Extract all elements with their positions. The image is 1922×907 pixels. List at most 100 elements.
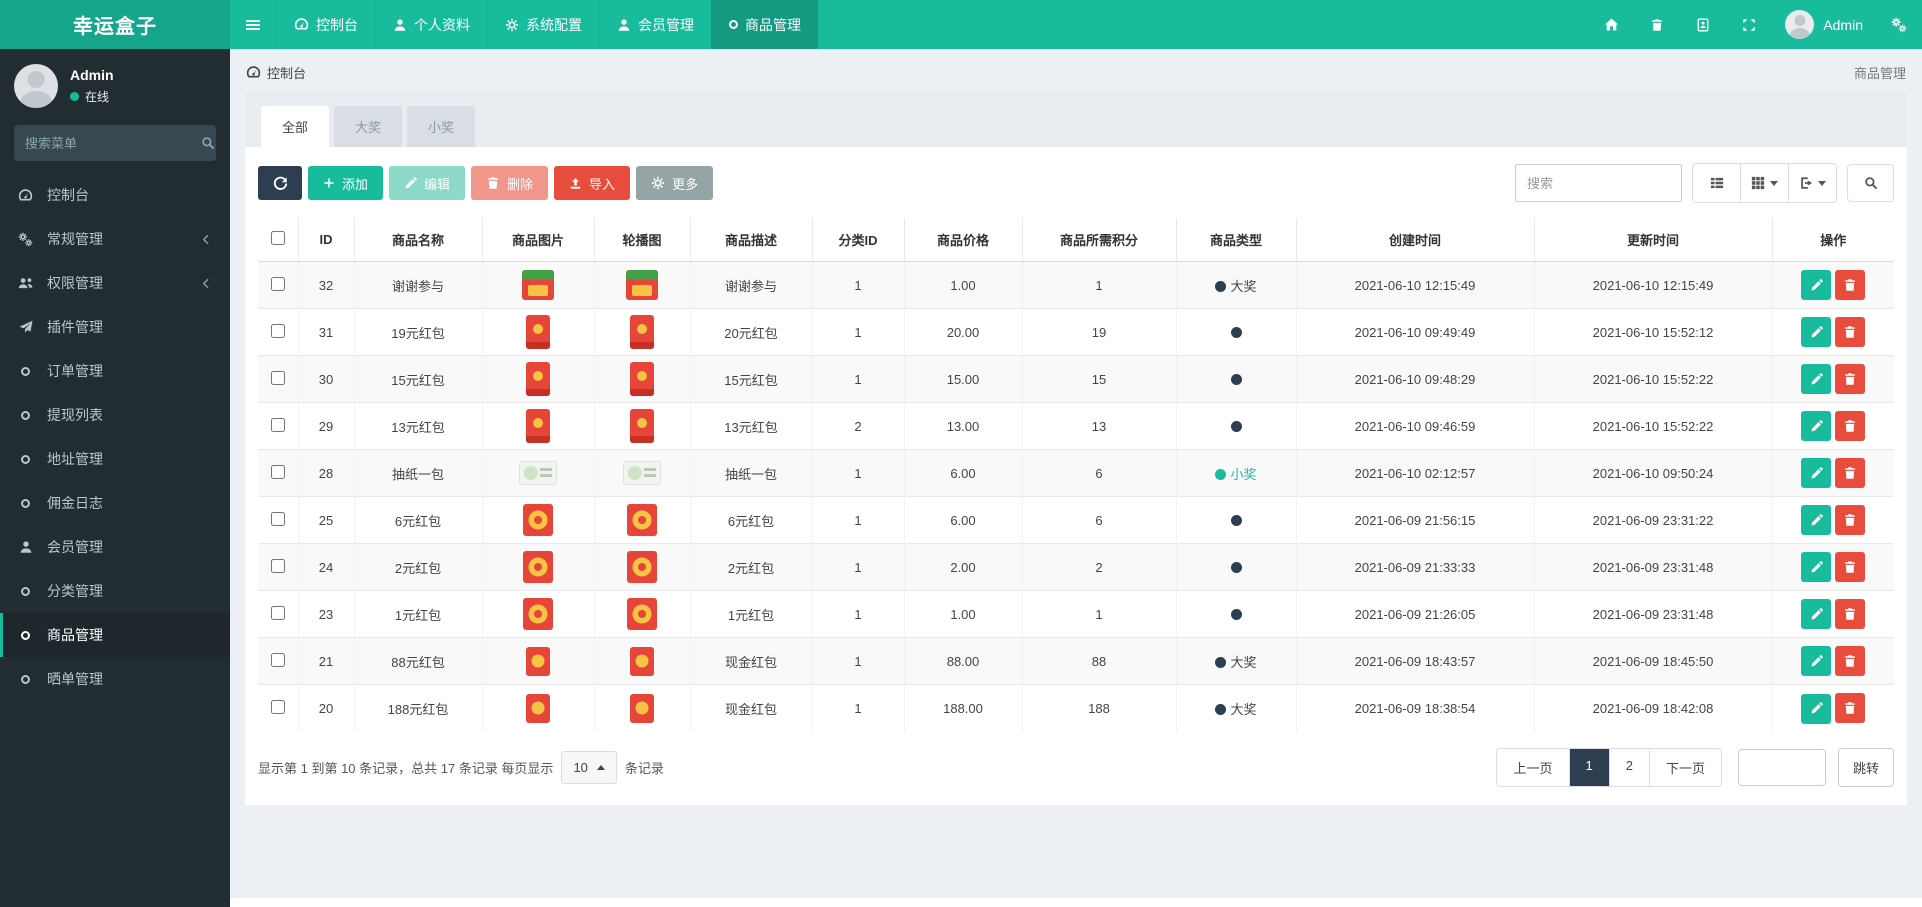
detail-view-button[interactable] [1693,164,1740,202]
product-image[interactable] [526,315,550,349]
column-header[interactable]: 商品名称 [353,218,482,262]
row-delete-button[interactable] [1835,504,1866,535]
sidebar-item[interactable]: 商品管理 [0,613,230,657]
navbar-menu-item[interactable]: 控制台 [276,0,375,49]
table-search-input[interactable] [1515,164,1682,202]
carousel-image[interactable] [627,598,657,630]
sidebar-item[interactable]: 提现列表 [0,393,230,437]
column-header[interactable]: 商品价格 [903,218,1022,262]
product-image[interactable] [519,461,557,485]
search-button[interactable] [1847,164,1894,202]
row-checkbox[interactable] [270,464,285,479]
row-checkbox[interactable] [270,323,285,338]
carousel-image[interactable] [627,551,657,583]
sidebar-item[interactable]: 会员管理 [0,525,230,569]
export-button[interactable] [1788,164,1836,202]
row-delete-button[interactable] [1835,269,1866,300]
product-image[interactable] [522,270,554,300]
row-edit-button[interactable] [1801,317,1832,348]
product-image[interactable] [523,504,553,536]
product-image[interactable] [523,598,553,630]
product-image[interactable] [526,646,550,676]
navbar-user-menu[interactable]: Admin [1772,0,1876,49]
sidebar-item[interactable]: 佣金日志 [0,481,230,525]
column-header[interactable]: ID [297,218,354,262]
row-delete-button[interactable] [1835,645,1866,676]
row-edit-button[interactable] [1801,411,1832,442]
column-header[interactable]: 商品所需积分 [1021,218,1176,262]
product-image[interactable] [526,409,550,443]
sidebar-item[interactable]: 地址管理 [0,437,230,481]
sidebar-item[interactable]: 订单管理 [0,349,230,393]
row-checkbox[interactable] [270,652,285,667]
row-delete-button[interactable] [1835,410,1866,441]
select-all-checkbox[interactable] [270,231,285,245]
row-checkbox[interactable] [270,558,285,573]
log-book-button[interactable] [1680,0,1726,49]
column-header[interactable]: 商品类型 [1175,218,1296,262]
column-header[interactable]: 创建时间 [1295,218,1534,262]
row-checkbox[interactable] [270,605,285,620]
column-header[interactable]: 商品图片 [481,218,594,262]
sidebar-item[interactable]: 插件管理 [0,305,230,349]
carousel-image[interactable] [630,362,654,396]
row-delete-button[interactable] [1835,598,1866,629]
row-delete-button[interactable] [1835,457,1866,488]
page-number-button[interactable]: 1 [1568,748,1609,786]
row-edit-button[interactable] [1801,364,1832,395]
sidebar-search-input[interactable] [25,135,201,151]
columns-button[interactable] [1740,164,1788,202]
column-header[interactable]: 轮播图 [593,218,690,262]
sidebar-item[interactable]: 权限管理 [0,261,230,305]
row-checkbox[interactable] [270,370,285,385]
page-size-select[interactable]: 10 [561,750,617,784]
column-header[interactable]: 分类ID [811,218,904,262]
tab[interactable]: 大奖 [334,106,403,147]
carousel-image[interactable] [623,461,661,485]
jump-page-input[interactable] [1737,748,1826,786]
row-checkbox[interactable] [270,417,285,432]
brand[interactable]: 幸运盒子 [0,0,230,49]
row-checkbox[interactable] [270,276,285,291]
settings-button[interactable] [1876,0,1922,49]
carousel-image[interactable] [630,646,654,676]
fullscreen-button[interactable] [1726,0,1772,49]
breadcrumb[interactable]: 控制台 [246,63,306,82]
home-button[interactable] [1588,0,1634,49]
trash-button[interactable] [1634,0,1680,49]
row-checkbox[interactable] [270,511,285,526]
navbar-menu-item[interactable]: 个人资料 [375,0,487,49]
row-edit-button[interactable] [1801,505,1832,536]
prev-page-button[interactable]: 上一页 [1497,749,1568,786]
carousel-image[interactable] [630,409,654,443]
row-delete-button[interactable] [1835,363,1866,394]
sidebar-item[interactable]: 晒单管理 [0,657,230,701]
row-edit-button[interactable] [1801,552,1832,583]
page-number-button[interactable]: 2 [1608,748,1649,786]
row-edit-button[interactable] [1801,599,1832,630]
row-edit-button[interactable] [1801,458,1832,489]
jump-button[interactable]: 跳转 [1837,747,1894,787]
search-icon[interactable] [201,136,215,150]
column-header[interactable]: 更新时间 [1533,218,1772,262]
navbar-menu-item[interactable]: 系统配置 [487,0,599,49]
carousel-image[interactable] [630,315,654,349]
more-button[interactable]: 更多 [636,166,714,200]
tab[interactable]: 全部 [261,106,330,147]
carousel-image[interactable] [626,270,658,300]
sidebar-item[interactable]: 常规管理 [0,217,230,261]
import-button[interactable]: 导入 [554,166,631,200]
navbar-menu-item[interactable]: 商品管理 [711,0,818,49]
product-image[interactable] [526,693,550,723]
edit-button[interactable]: 编辑 [389,166,466,200]
row-edit-button[interactable] [1801,646,1832,677]
row-edit-button[interactable] [1801,693,1832,724]
row-delete-button[interactable] [1835,316,1866,347]
column-header[interactable]: 操作 [1771,218,1894,262]
carousel-image[interactable] [630,693,654,723]
row-delete-button[interactable] [1835,693,1866,723]
tab[interactable]: 小奖 [407,106,476,147]
carousel-image[interactable] [627,504,657,536]
product-image[interactable] [526,362,550,396]
sidebar-toggle-button[interactable] [230,0,276,49]
